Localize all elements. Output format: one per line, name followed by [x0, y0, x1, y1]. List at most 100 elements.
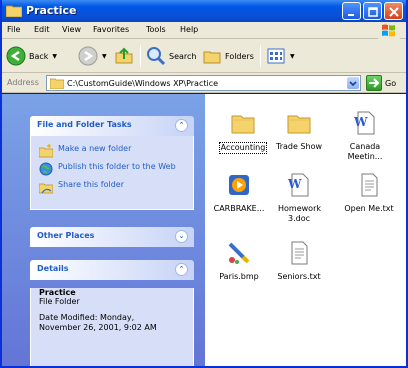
- file-label: Accounting: [218, 142, 268, 154]
- menu-view[interactable]: View: [62, 25, 81, 34]
- panel-body: Make a new folder Publish this folder to…: [30, 136, 194, 210]
- file-label: Open Me.txt: [344, 204, 394, 213]
- details-date-line2: November 26, 2001, 9:02 AM: [39, 323, 157, 332]
- task-publish-web[interactable]: Publish this folder to the Web: [31, 160, 193, 178]
- close-button[interactable]: [384, 2, 403, 20]
- chevron-down-icon: [349, 81, 357, 87]
- search-button[interactable]: Search: [146, 45, 196, 67]
- views-dropdown-icon[interactable]: ▼: [290, 53, 295, 60]
- task-share-folder[interactable]: Share this folder: [31, 178, 193, 196]
- minimize-button[interactable]: [342, 2, 361, 20]
- collapse-icon[interactable]: ⌃: [175, 263, 188, 276]
- views-button[interactable]: ▼: [266, 45, 295, 67]
- toolbar: Back ▼ ▼ Search Folders ▼: [2, 39, 406, 73]
- panel-header[interactable]: File and Folder Tasks ⌃: [30, 116, 194, 136]
- file-label: CARBRAKE...: [213, 204, 265, 213]
- folders-icon: [203, 51, 221, 64]
- task-pane: File and Folder Tasks ⌃ Make a new folde…: [2, 94, 205, 366]
- window-title: Practice: [26, 4, 77, 17]
- file-label: Trade Show: [275, 142, 323, 151]
- toolbar-separator: [260, 45, 261, 67]
- close-icon: [389, 7, 399, 17]
- menu-help[interactable]: Help: [180, 25, 198, 34]
- search-label: Search: [169, 51, 197, 61]
- menu-edit[interactable]: Edit: [34, 25, 50, 34]
- panel-header[interactable]: Details ⌃: [30, 260, 194, 280]
- file-label: Canada Meetin...: [347, 142, 383, 161]
- address-input[interactable]: C:\CustomGuide\Windows XP\Practice: [46, 75, 361, 91]
- text-file-icon: [361, 173, 378, 197]
- share-folder-icon: [39, 183, 53, 194]
- panel-title: File and Folder Tasks: [37, 120, 132, 129]
- maximize-button[interactable]: [363, 2, 382, 20]
- paint-file-icon: [228, 242, 250, 264]
- go-arrow-icon: [366, 75, 382, 91]
- text-file-icon: [291, 241, 308, 265]
- toolbar-separator: [140, 45, 141, 67]
- go-label: Go: [385, 78, 397, 88]
- details-date-line1: Date Modified: Monday,: [39, 313, 135, 322]
- file-item-homework[interactable]: W Homework 3.doc: [266, 172, 332, 224]
- panel-body: Practice File Folder Date Modified: Mond…: [30, 288, 194, 366]
- menu-bar: File Edit View Favorites Tools Help: [2, 22, 406, 39]
- details-name: Practice: [39, 288, 76, 297]
- file-item-paris[interactable]: Paris.bmp: [206, 240, 272, 282]
- address-bar: Address C:\CustomGuide\Windows XP\Practi…: [2, 73, 406, 93]
- file-label: Paris.bmp: [219, 272, 259, 281]
- file-label: Homework 3.doc: [278, 204, 321, 223]
- up-folder-icon: [115, 47, 133, 64]
- file-item-open-me[interactable]: Open Me.txt: [336, 172, 402, 214]
- forward-arrow-icon: [78, 46, 98, 66]
- folder-icon: [287, 115, 311, 134]
- svg-text:W: W: [287, 177, 302, 191]
- back-dropdown-icon[interactable]: ▼: [52, 53, 57, 60]
- new-folder-icon: [39, 144, 53, 158]
- up-folder-button[interactable]: [114, 45, 134, 67]
- menu-file[interactable]: File: [7, 25, 20, 34]
- details-panel: Details ⌃ Practice File Folder Date Modi…: [30, 260, 194, 366]
- file-label: Seniors.txt: [277, 272, 321, 281]
- other-places-panel: Other Places ⌄: [30, 227, 194, 247]
- minimize-icon: [348, 14, 354, 16]
- views-icon: [267, 48, 285, 64]
- file-folder-tasks-panel: File and Folder Tasks ⌃ Make a new folde…: [30, 116, 194, 210]
- file-item-seniors[interactable]: Seniors.txt: [266, 240, 332, 282]
- title-bar[interactable]: Practice: [2, 0, 406, 22]
- task-label: Publish this folder to the Web: [58, 162, 176, 171]
- panel-title: Other Places: [37, 231, 95, 240]
- search-icon: [147, 47, 166, 66]
- forward-dropdown-icon[interactable]: ▼: [102, 53, 107, 60]
- panel-header[interactable]: Other Places ⌄: [30, 227, 194, 247]
- menu-tools[interactable]: Tools: [146, 25, 166, 34]
- folder-icon: [50, 78, 64, 89]
- file-item-carbrake[interactable]: CARBRAKE...: [206, 172, 272, 214]
- task-label: Make a new folder: [58, 144, 132, 153]
- folder-icon: [231, 115, 255, 134]
- windows-logo-icon: [378, 22, 400, 39]
- folders-label: Folders: [225, 51, 254, 61]
- back-arrow-icon: [6, 46, 26, 66]
- maximize-icon: [368, 7, 378, 17]
- forward-button[interactable]: ▼: [78, 45, 107, 67]
- panel-title: Details: [37, 264, 69, 273]
- media-file-icon: [229, 175, 249, 195]
- back-label: Back: [29, 51, 49, 61]
- address-dropdown-button[interactable]: [347, 77, 359, 89]
- svg-text:W: W: [353, 115, 368, 129]
- expand-icon[interactable]: ⌄: [175, 230, 188, 243]
- details-type: File Folder: [39, 297, 80, 306]
- address-label: Address: [7, 78, 39, 87]
- back-button[interactable]: Back ▼: [6, 45, 57, 67]
- folder-icon: [6, 5, 22, 17]
- explorer-window: Practice File Edit View Favorites Tools …: [0, 0, 408, 368]
- collapse-icon[interactable]: ⌃: [175, 119, 188, 132]
- publish-web-icon: [39, 162, 53, 176]
- word-doc-icon: W: [353, 111, 375, 135]
- word-doc-icon: W: [287, 173, 309, 197]
- menu-favorites[interactable]: Favorites: [93, 25, 129, 34]
- folders-button[interactable]: Folders: [202, 45, 254, 67]
- go-button[interactable]: Go: [366, 75, 396, 91]
- file-item-trade-show[interactable]: Trade Show: [266, 110, 332, 152]
- task-make-new-folder[interactable]: Make a new folder: [31, 142, 193, 160]
- file-item-canada-meeting[interactable]: W Canada Meetin...: [332, 110, 398, 162]
